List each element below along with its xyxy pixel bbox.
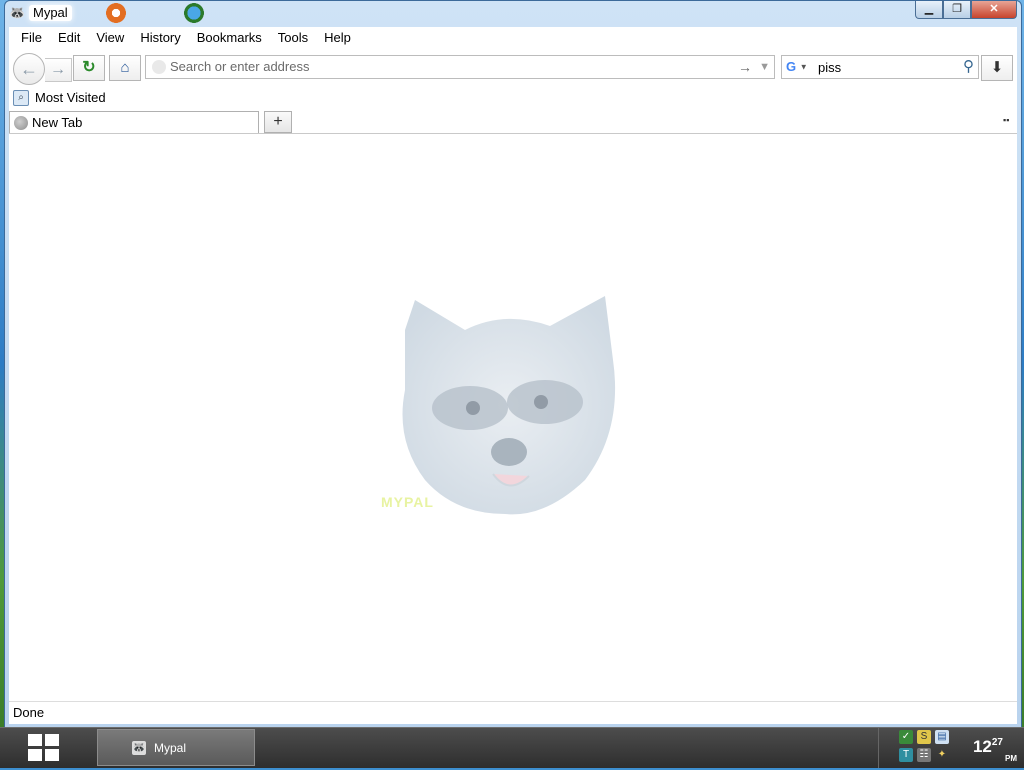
clock-minute: 27	[991, 737, 1003, 748]
site-identity-icon[interactable]	[152, 60, 166, 74]
plus-icon[interactable]: +	[264, 111, 292, 133]
globe-app-icon[interactable]	[181, 3, 207, 23]
window-controls: ▁ ❐ ✕	[915, 1, 1017, 19]
forward-arrow-icon[interactable]: →	[45, 58, 72, 82]
raccoon-app-icon: 🦝	[9, 5, 26, 20]
tl-app-icon[interactable]: T	[899, 748, 913, 762]
back-arrow-icon[interactable]: ←	[13, 53, 45, 85]
menu-bookmarks[interactable]: Bookmarks	[189, 27, 270, 49]
page-content[interactable]: MYPAL	[9, 133, 1017, 702]
history-dropdown-icon[interactable]: ▼	[759, 58, 770, 76]
url-bar[interactable]: → ▼	[145, 55, 775, 79]
home-icon[interactable]: ⌂	[109, 55, 141, 81]
url-input[interactable]	[170, 57, 730, 75]
menu-history-label: History	[140, 30, 181, 45]
menu-history[interactable]: History	[132, 27, 188, 49]
clock[interactable]: 1227 PM	[972, 736, 1017, 763]
menu-help[interactable]: Help	[316, 27, 359, 49]
raccoon-logo-image	[402, 296, 616, 515]
search-engine-letter: G	[786, 59, 797, 74]
status-text: Done	[13, 705, 45, 720]
tab-new-tab[interactable]: New Tab	[9, 111, 259, 133]
taskbar-item-mypal[interactable]: 🦝 Mypal	[97, 729, 255, 766]
clock-hour: 12	[972, 737, 992, 756]
menu-view-label: View	[96, 30, 125, 45]
menu-tools[interactable]: Tools	[270, 27, 316, 49]
shield-check-icon[interactable]: ✓	[899, 730, 913, 744]
browser-window: 🦝 Mypal ▁ ❐ ✕ File Edit View History Boo…	[4, 0, 1022, 728]
search-input[interactable]	[818, 58, 948, 76]
menu-tools-label: Tools	[277, 30, 309, 45]
bookmark-label: Most Visited	[35, 90, 106, 105]
eye-app-icon[interactable]	[103, 3, 129, 23]
google-engine-icon[interactable]: G ▼	[786, 58, 810, 76]
navigation-toolbar: ← → ↻ ⌂ → ▼ G ▼ ⚲ ⬇	[9, 49, 1017, 87]
menu-edit[interactable]: Edit	[50, 27, 88, 49]
maximize-button[interactable]: ❐	[943, 1, 971, 19]
menu-bookmarks-label: Bookmarks	[196, 30, 262, 45]
network-icon[interactable]: ☷	[917, 748, 931, 762]
reload-icon[interactable]: ↻	[73, 55, 105, 81]
minimize-button[interactable]: ▁	[915, 1, 943, 19]
magnifier-icon[interactable]: ⚲	[963, 57, 974, 77]
taskbar-item-label: Mypal	[154, 740, 187, 755]
raccoon-app-icon: 🦝	[132, 740, 146, 755]
bookmarks-toolbar: ⌕ Most Visited	[9, 87, 1017, 109]
taskbar: 🦝 Mypal ✓ S ▤ T ☷ ✦ 1227 PM	[0, 727, 1024, 768]
status-bar: Done	[9, 701, 1017, 724]
system-tray: ✓ S ▤ T ☷ ✦ 1227 PM	[878, 728, 1024, 768]
go-arrow-icon[interactable]: →	[738, 58, 752, 76]
menu-view[interactable]: View	[88, 27, 132, 49]
close-button[interactable]: ✕	[971, 1, 1017, 19]
tab-label: New Tab	[32, 115, 83, 130]
menu-file[interactable]: File	[13, 27, 50, 49]
download-icon[interactable]: ⬇	[981, 55, 1013, 81]
bookmark-folder-icon: ⌕	[13, 90, 29, 106]
search-bar[interactable]: G ▼ ⚲	[781, 55, 979, 79]
menu-help-label: Help	[324, 30, 351, 45]
document-icon[interactable]: ▤	[935, 730, 949, 744]
menu-file-label: File	[21, 30, 42, 45]
wand-icon[interactable]: ✦	[935, 748, 949, 762]
s-app-icon[interactable]: S	[917, 730, 931, 744]
tab-strip: New Tab + ▪▪	[9, 109, 1017, 133]
menu-edit-label: Edit	[57, 30, 81, 45]
mypal-logo-text: MYPAL	[381, 494, 434, 510]
clock-ampm: PM	[1005, 754, 1017, 763]
tab-list-icon[interactable]: ▪▪	[1003, 115, 1013, 125]
bookmark-most-visited[interactable]: ⌕ Most Visited	[13, 89, 106, 107]
start-windows-icon[interactable]	[28, 734, 60, 762]
globe-icon	[14, 115, 28, 130]
menu-bar: File Edit View History Bookmarks Tools H…	[9, 27, 1017, 49]
window-title: Mypal	[29, 5, 72, 21]
title-bar[interactable]: 🦝 Mypal ▁ ❐ ✕	[5, 1, 1021, 25]
tray-icons: ✓ S ▤ T ☷ ✦	[899, 730, 951, 764]
